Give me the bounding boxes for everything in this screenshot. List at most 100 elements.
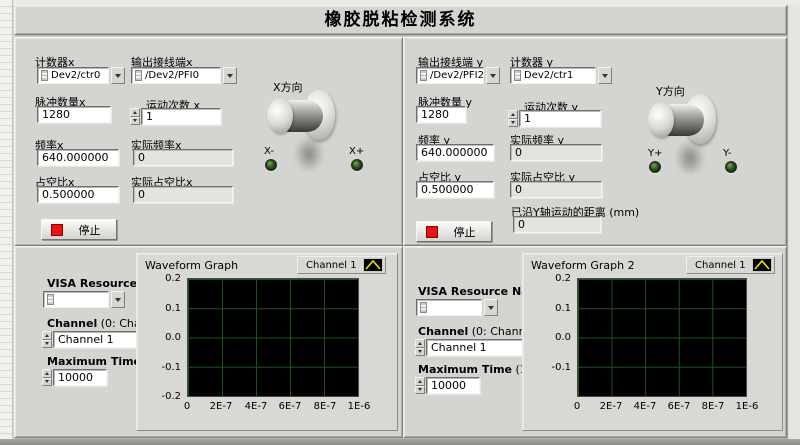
freq-y-input[interactable]: 640.000000 xyxy=(416,144,494,161)
output-x-combo[interactable]: /Dev2/PFI0 xyxy=(131,67,237,84)
chevron-down-icon xyxy=(115,74,121,78)
x-tick: 4E-7 xyxy=(239,401,273,412)
maxtime1-spinner[interactable] xyxy=(42,369,52,386)
counter-y-value-box[interactable]: Dev2/ctr1 xyxy=(510,67,596,84)
actual-freq-y-indicator: 0 xyxy=(510,144,602,161)
x-tick: 1E-6 xyxy=(730,401,764,412)
left-grid-ruler xyxy=(0,0,13,439)
x-direction-toggle[interactable] xyxy=(265,90,365,200)
y-tick: 0.2 xyxy=(539,273,571,284)
channel2-input[interactable]: Channel 1 xyxy=(426,339,531,356)
counter-y-value: Dev2/ctr1 xyxy=(524,70,573,81)
y-plus-led xyxy=(649,161,661,173)
x-tick: 0 xyxy=(560,401,594,412)
plot-line-icon xyxy=(363,258,383,272)
counter-x-dropdown-button[interactable] xyxy=(111,67,125,84)
decrement-icon[interactable] xyxy=(42,378,52,387)
decrement-icon[interactable] xyxy=(415,386,425,395)
maxtime2-spinner[interactable] xyxy=(415,377,425,394)
y-minus-led-label: Y- xyxy=(723,148,732,159)
decrement-icon[interactable] xyxy=(508,119,518,128)
actual-duty-x-indicator: 0 xyxy=(133,186,233,203)
io-icon xyxy=(420,70,427,81)
visa2-combo[interactable] xyxy=(416,299,498,316)
increment-icon[interactable] xyxy=(415,377,425,386)
toggle-lever-cap[interactable] xyxy=(267,98,293,134)
output-y-value: /Dev2/PFI2 xyxy=(430,70,484,81)
increment-icon[interactable] xyxy=(508,110,518,119)
counter-y-combo[interactable]: Dev2/ctr1 xyxy=(510,67,612,84)
y-minus-led xyxy=(725,161,737,173)
duty-x-input[interactable]: 0.500000 xyxy=(37,186,119,203)
increment-icon[interactable] xyxy=(42,369,52,378)
times-y-spinner[interactable] xyxy=(508,110,518,127)
page-title: 橡胶脱粘检测系统 xyxy=(15,6,786,34)
graph2-plot-area xyxy=(577,278,747,397)
title-bar: 橡胶脱粘检测系统 xyxy=(14,5,787,35)
x-minus-led xyxy=(265,159,277,171)
scope1-panel: VISA Resource Name Channel (0: Channel 1… xyxy=(14,246,403,438)
pulse-y-input[interactable]: 1280 xyxy=(416,106,466,123)
x-tick: 8E-7 xyxy=(696,401,730,412)
stop-button-x-label: 停止 xyxy=(63,222,116,238)
actual-duty-y-indicator: 0 xyxy=(510,181,602,198)
graph1-legend-label: Channel 1 xyxy=(306,260,357,271)
channel2-spinner[interactable] xyxy=(415,339,425,356)
pulse-x-input[interactable]: 1280 xyxy=(37,106,111,123)
chevron-down-icon xyxy=(488,306,494,310)
x-motor-panel: 计数器x Dev2/ctr0 输出接线端x /Dev2/PFI0 脉冲数量x 1… xyxy=(14,37,403,246)
times-x-spinner[interactable] xyxy=(130,108,140,125)
x-plus-led xyxy=(351,159,363,171)
increment-icon[interactable] xyxy=(415,339,425,348)
x-plus-led-label: X+ xyxy=(349,146,364,157)
duty-y-input[interactable]: 0.500000 xyxy=(416,181,494,198)
graph1-legend[interactable]: Channel 1 xyxy=(297,256,386,274)
decrement-icon[interactable] xyxy=(415,348,425,357)
decrement-icon[interactable] xyxy=(130,117,140,126)
channel1-input[interactable]: Channel 1 xyxy=(53,331,143,348)
stop-button-y[interactable]: 停止 xyxy=(416,221,492,242)
stop-button-x[interactable]: 停止 xyxy=(41,219,117,240)
freq-x-input[interactable]: 640.000000 xyxy=(37,149,119,166)
x-tick: 1E-6 xyxy=(342,401,376,412)
x-tick: 6E-7 xyxy=(273,401,307,412)
toggle-lever-cap[interactable] xyxy=(648,102,674,138)
output-x-dropdown-button[interactable] xyxy=(223,67,237,84)
output-x-value-box[interactable]: /Dev2/PFI0 xyxy=(131,67,221,84)
visa1-dropdown-button[interactable] xyxy=(111,291,125,308)
chevron-down-icon xyxy=(602,74,608,78)
decrement-icon[interactable] xyxy=(42,340,52,349)
bottom-window-edge xyxy=(0,439,800,445)
x-minus-led-label: X- xyxy=(264,146,274,157)
output-y-dropdown-button[interactable] xyxy=(486,67,500,84)
times-x-input[interactable]: 1 xyxy=(141,108,221,125)
graph2-title: Waveform Graph 2 xyxy=(531,259,635,272)
visa2-value-box[interactable] xyxy=(416,299,482,316)
visa2-dropdown-button[interactable] xyxy=(484,299,498,316)
counter-x-combo[interactable]: Dev2/ctr0 xyxy=(37,67,125,84)
graph2-legend-label: Channel 1 xyxy=(695,260,746,271)
increment-icon[interactable] xyxy=(130,108,140,117)
y-distance-indicator: 0 xyxy=(513,216,601,233)
increment-icon[interactable] xyxy=(42,331,52,340)
counter-y-dropdown-button[interactable] xyxy=(598,67,612,84)
visa1-combo[interactable] xyxy=(43,291,125,308)
scope2-panel: VISA Resource Name 2 Channel (0: Channel… xyxy=(403,246,787,438)
visa1-value-box[interactable] xyxy=(43,291,109,308)
graph2-legend[interactable]: Channel 1 xyxy=(686,256,775,274)
counter-x-value-box[interactable]: Dev2/ctr0 xyxy=(37,67,109,84)
y-tick: -0.1 xyxy=(149,362,181,373)
io-icon xyxy=(135,70,142,81)
maxtime2-input[interactable]: 10000 xyxy=(426,377,480,394)
channel1-spinner[interactable] xyxy=(42,331,52,348)
right-window-edge xyxy=(787,5,800,439)
stop-button-y-label: 停止 xyxy=(438,224,491,240)
stop-icon xyxy=(51,224,63,236)
output-y-value-box[interactable]: /Dev2/PFI2 xyxy=(416,67,484,84)
y-tick: 0.1 xyxy=(149,303,181,314)
maxtime1-input[interactable]: 10000 xyxy=(53,369,107,386)
chevron-down-icon xyxy=(115,298,121,302)
io-icon xyxy=(47,294,54,305)
times-y-input[interactable]: 1 xyxy=(519,110,601,127)
output-y-combo[interactable]: /Dev2/PFI2 xyxy=(416,67,500,84)
